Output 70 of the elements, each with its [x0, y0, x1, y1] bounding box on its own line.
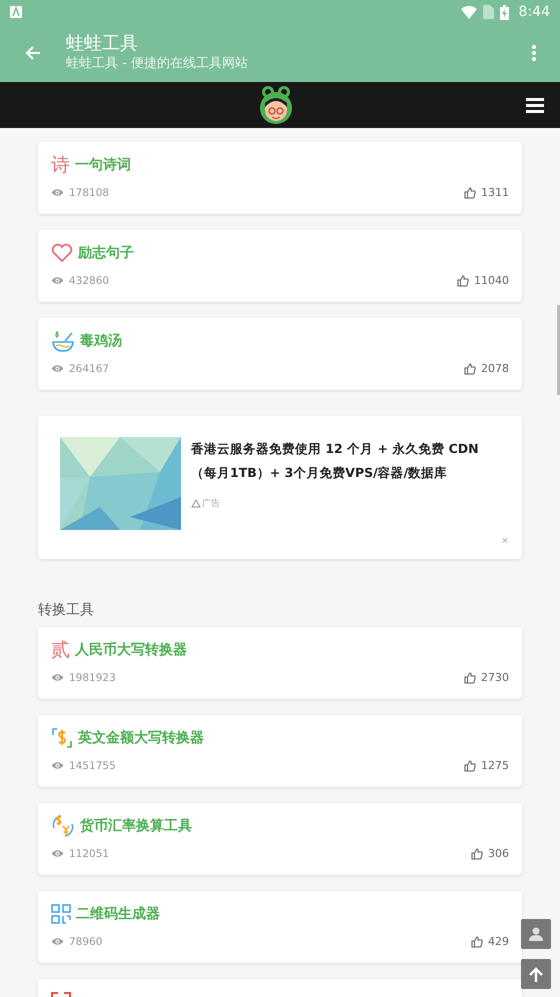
notification-icon [10, 6, 22, 18]
section-heading: 转换工具 [38, 601, 95, 619]
arrow-up-icon [529, 966, 543, 982]
tool-title: 二维码生成器 [76, 905, 160, 923]
tool-card[interactable]: 诗 一句诗词 178108 1311 [38, 142, 522, 214]
menu-icon [526, 98, 544, 112]
bowl-icon [51, 330, 75, 352]
wifi-icon [460, 6, 477, 18]
view-count: 178108 [69, 186, 110, 198]
thumbs-up-icon [464, 672, 476, 684]
eye-icon [51, 673, 64, 682]
scrollbar[interactable] [557, 305, 560, 395]
character-icon: 诗 [51, 154, 70, 176]
status-time: 8:44 [518, 4, 550, 20]
like-count: 11040 [474, 274, 509, 287]
thumbs-up-icon [471, 936, 483, 948]
thumbs-up-icon [457, 274, 469, 286]
tool-card[interactable]: 毒鸡汤 264167 2078 [38, 318, 522, 390]
tool-card[interactable]: 货币汇率换算工具 112051 306 [38, 803, 522, 875]
tool-card[interactable]: 英文金额大写转换器 1451755 1275 [38, 715, 522, 787]
ad-label: 广告 [202, 498, 220, 510]
tool-title: 货币汇率换算工具 [80, 817, 192, 835]
eye-icon [51, 364, 64, 373]
dollar-icon [51, 727, 73, 749]
ad-choices-icon [191, 499, 201, 508]
view-count: 264167 [69, 362, 110, 374]
more-icon [532, 45, 536, 61]
like-count: 1275 [481, 759, 509, 772]
ad-card[interactable]: 香港云服务器免费使用 12 个月 + 永久免费 CDN （每月1TB）+ 3个月免费VPS/容器/数据库 广告 × [38, 416, 522, 559]
tool-title: 毒鸡汤 [80, 332, 122, 350]
eye-icon [51, 188, 64, 197]
tool-card[interactable]: 二维码生成器 78960 429 [38, 891, 522, 963]
exchange-icon [51, 814, 75, 838]
back-to-top-button[interactable] [521, 959, 551, 989]
back-arrow-icon [25, 45, 41, 61]
tool-title: 人民币大写转换器 [75, 641, 187, 659]
like-count: 2078 [481, 362, 509, 375]
eye-icon [51, 937, 64, 946]
eye-icon [51, 761, 64, 770]
tool-title: 励志句子 [78, 244, 134, 262]
qr-code-icon [51, 904, 71, 924]
view-count: 1981923 [69, 672, 116, 684]
like-count: 1311 [481, 186, 509, 199]
view-count: 112051 [69, 848, 110, 860]
thumbs-up-icon [464, 362, 476, 374]
view-count: 78960 [69, 936, 102, 948]
user-button[interactable] [521, 919, 551, 949]
eye-icon [51, 276, 64, 285]
battery-icon [500, 4, 509, 20]
thumbs-up-icon [464, 186, 476, 198]
like-count: 2730 [481, 671, 509, 684]
tool-title: 一句诗词 [75, 156, 131, 174]
tool-title: 英文金额大写转换器 [78, 729, 204, 747]
no-sim-icon [482, 5, 494, 19]
view-count: 432860 [69, 274, 110, 286]
thumbs-up-icon [464, 760, 476, 772]
app-subtitle: 蛙蛙工具 - 便捷的在线工具网站 [66, 55, 249, 73]
character-icon: 贰 [51, 639, 70, 661]
thumbs-up-icon [471, 848, 483, 860]
heart-icon [51, 243, 73, 263]
like-count: 429 [488, 935, 509, 948]
tool-card[interactable]: 励志句子 432860 11040 [38, 230, 522, 302]
user-icon [529, 927, 543, 941]
view-count: 1451755 [69, 760, 116, 772]
like-count: 306 [488, 847, 509, 860]
tool-card[interactable]: 贰 人民币大写转换器 1981923 2730 [38, 627, 522, 699]
app-title: 蛙蛙工具 [66, 33, 139, 55]
frog-logo-icon[interactable] [257, 85, 295, 125]
eye-icon [51, 849, 64, 858]
ad-title[interactable]: 香港云服务器免费使用 12 个月 + 永久免费 CDN （每月1TB）+ 3个月免费VPS/容器/数据库 [191, 437, 508, 485]
